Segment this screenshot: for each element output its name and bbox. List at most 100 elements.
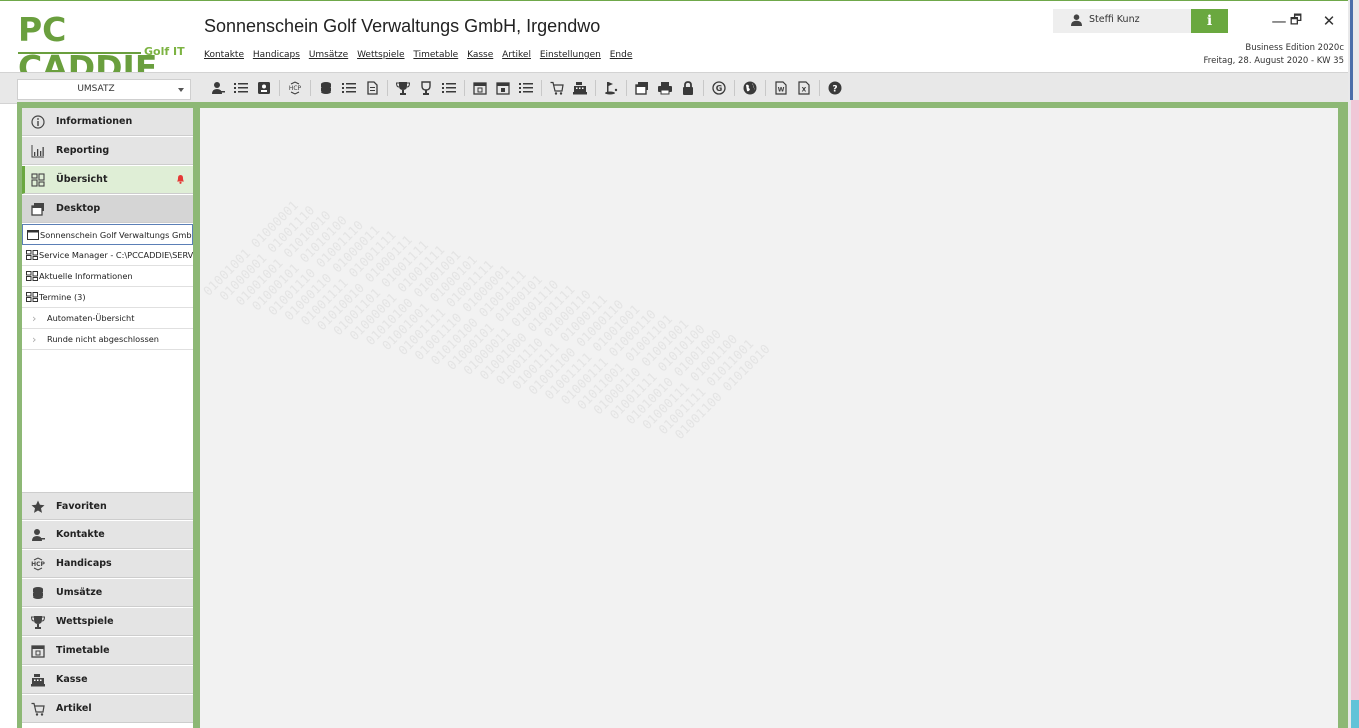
main-workspace: 01001001 01000001 01000001 01001110 010010… — [200, 108, 1338, 728]
sidebar-item-label: Artikel — [56, 703, 92, 714]
watermark-line: 01001111 01000111 — [509, 291, 611, 393]
sidebar-item-reporting[interactable]: Reporting — [22, 137, 193, 165]
svg-text:HCP: HCP — [31, 561, 45, 568]
logo-subtext: Golf IT — [144, 45, 185, 58]
svg-text:W: W — [778, 87, 785, 94]
hcp-icon: HCP — [31, 557, 46, 571]
chevron-right-icon: › — [32, 333, 37, 346]
cash-register-icon — [31, 673, 45, 687]
user-box[interactable]: Steffi Kunz — [1053, 9, 1191, 33]
watermark-line: 01010100 01001001 — [362, 247, 464, 349]
sidebar-item-kasse[interactable]: Kasse — [22, 666, 193, 694]
hcp-icon[interactable]: HCP — [287, 80, 303, 96]
windows-icon[interactable] — [634, 80, 650, 96]
trophy-icon — [30, 615, 46, 629]
user-name: Steffi Kunz — [1089, 14, 1140, 25]
edge-strip-cyan — [1351, 700, 1359, 728]
list-icon[interactable] — [518, 80, 534, 96]
toolbar-separator — [626, 80, 627, 96]
watermark-line: 01001001 01010010 — [232, 207, 334, 309]
list-icon[interactable] — [341, 80, 357, 96]
toolbar-separator — [765, 80, 766, 96]
svg-text:HCP: HCP — [289, 85, 302, 92]
restore-button[interactable]: 🗗 — [1279, 9, 1313, 33]
sidebar-item-favoriten[interactable]: Favoriten — [22, 492, 193, 520]
globe-icon[interactable] — [742, 80, 758, 96]
help-icon[interactable]: ? — [827, 80, 843, 96]
menu-kontakte[interactable]: Kontakte — [204, 50, 244, 60]
sidebar-item-label: Reporting — [56, 145, 110, 156]
menu-artikel[interactable]: Artikel — [502, 50, 531, 60]
trophy-outline-icon[interactable] — [418, 80, 434, 96]
info-button[interactable]: i — [1191, 9, 1228, 33]
contact-person-icon — [31, 528, 45, 542]
watermark-line: 01001111 01011001 — [655, 336, 757, 438]
watermark-line: 01001110 01001110 — [265, 217, 367, 319]
sidebar-item-artikel[interactable]: Artikel — [22, 695, 193, 723]
chevron-right-icon: › — [32, 312, 37, 325]
toolbar-separator — [310, 80, 311, 96]
g-circle-icon[interactable]: G — [711, 80, 727, 96]
toolbar-separator — [703, 80, 704, 96]
windows-icon — [31, 202, 45, 216]
menu-einstellungen[interactable]: Einstellungen — [540, 50, 601, 60]
watermark-line: 01001001 01000001 — [200, 197, 302, 299]
sidebar-item-label: Kasse — [56, 674, 88, 685]
document-icon[interactable] — [364, 80, 380, 96]
watermark-line: 01001111 01001111 — [297, 227, 399, 329]
excel-icon[interactable]: X — [796, 80, 812, 96]
binary-watermark: 01001001 01000001 01000001 01001110 010010… — [200, 108, 914, 606]
sidebar-item-label: Timetable — [56, 645, 110, 656]
date-label: Freitag, 28. August 2020 - KW 35 — [1203, 56, 1344, 66]
module-select[interactable]: UMSATZ — [17, 79, 191, 100]
toolbar-separator — [464, 80, 465, 96]
dashboard-icon — [26, 292, 38, 302]
cart-icon[interactable] — [549, 80, 565, 96]
desktop-item-aktuelle-informationen[interactable]: Aktuelle Informationen — [22, 266, 193, 287]
desktop-item-label: Aktuelle Informationen — [39, 271, 133, 281]
desktop-item-runde-nicht-abgeschlossen[interactable]: › Runde nicht abgeschlossen — [22, 329, 193, 350]
sidebar-item-uebersicht[interactable]: Übersicht — [22, 166, 193, 194]
desktop-item-service-manager[interactable]: Service Manager - C:\PCCADDIE\SERVICE — [22, 245, 193, 266]
menu-wettspiele[interactable]: Wettspiele — [357, 50, 404, 60]
coins-icon[interactable] — [318, 80, 334, 96]
trophy-icon[interactable] — [395, 80, 411, 96]
desktop-item-termine[interactable]: Termine (3) — [22, 287, 193, 308]
sidebar-item-umsaetze[interactable]: Umsätze — [22, 579, 193, 607]
print-icon[interactable] — [657, 80, 673, 96]
sidebar-item-informationen[interactable]: Informationen — [22, 108, 193, 136]
desktop-item-label: Service Manager - C:\PCCADDIE\SERVICE — [39, 250, 193, 260]
list-icon[interactable] — [441, 80, 457, 96]
calendar-icon[interactable] — [472, 80, 488, 96]
menu-ende[interactable]: Ende — [610, 50, 633, 60]
cash-register-icon[interactable] — [572, 80, 588, 96]
menu-handicaps[interactable]: Handicaps — [253, 50, 300, 60]
watermark-line: 01000110 01001001 — [590, 316, 692, 418]
watermark-line: 01000111 01000110 — [557, 306, 659, 408]
calendar-icon[interactable] — [495, 80, 511, 96]
close-button[interactable]: ✕ — [1312, 9, 1346, 33]
golf-icon[interactable] — [603, 80, 619, 96]
menu-timetable[interactable]: Timetable — [413, 50, 458, 60]
list-icon[interactable] — [233, 80, 249, 96]
lock-icon[interactable] — [680, 80, 696, 96]
word-icon[interactable]: W — [773, 80, 789, 96]
window-icon — [27, 230, 39, 240]
desktop-item-automaten-uebersicht[interactable]: › Automaten-Übersicht — [22, 308, 193, 329]
sidebar-item-desktop[interactable]: Desktop — [22, 195, 193, 223]
desktop-item-label: Automaten-Übersicht — [47, 313, 135, 323]
edition-label: Business Edition 2020c — [1245, 43, 1344, 53]
svg-text:?: ? — [832, 85, 837, 95]
sidebar-item-timetable[interactable]: Timetable — [22, 637, 193, 665]
toolbar-separator — [595, 80, 596, 96]
contact-card-icon[interactable] — [256, 80, 272, 96]
desktop-item-window[interactable]: Sonnenschein Golf Verwaltungs GmbH — [22, 224, 193, 245]
bell-icon[interactable] — [176, 174, 185, 184]
contact-person-icon[interactable] — [210, 80, 226, 96]
sidebar-item-kontakte[interactable]: Kontakte — [22, 521, 193, 549]
sidebar-item-wettspiele[interactable]: Wettspiele — [22, 608, 193, 636]
menu-kasse[interactable]: Kasse — [467, 50, 493, 60]
cart-icon — [31, 702, 45, 716]
sidebar-item-handicaps[interactable]: HCP Handicaps — [22, 550, 193, 578]
menu-umsaetze[interactable]: Umsätze — [309, 50, 348, 60]
